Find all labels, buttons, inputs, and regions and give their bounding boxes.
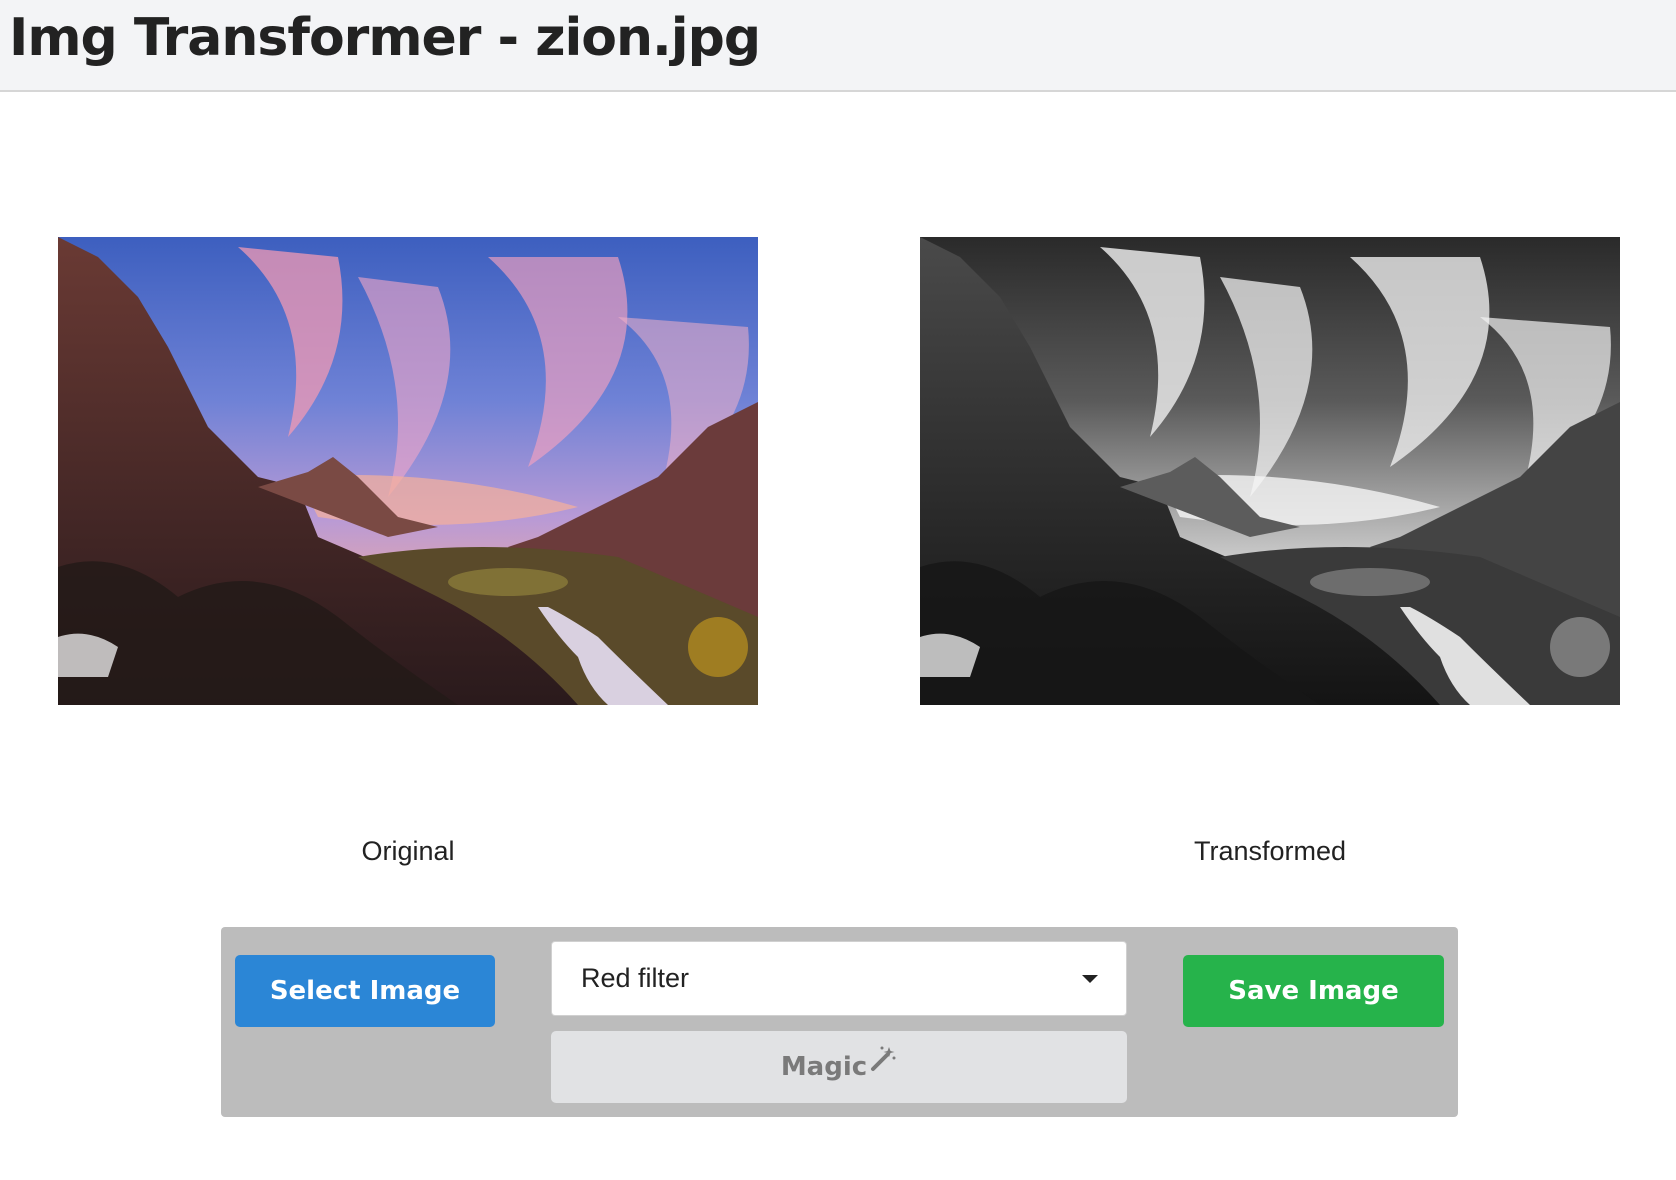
save-image-button[interactable]: Save Image [1183,955,1444,1027]
caret-down-icon [1082,975,1098,983]
magic-button-label: Magic [780,1052,868,1082]
magic-wand-icon [869,1029,897,1101]
transformed-photo [920,237,1620,705]
controls-toolbar: Select Image Red filter Magic Save Image [221,927,1458,1117]
select-image-button[interactable]: Select Image [235,955,495,1027]
filter-dropdown[interactable]: Red filter [551,941,1127,1016]
original-caption: Original [361,836,455,866]
original-image [58,237,758,705]
magic-button[interactable]: Magic [551,1031,1127,1103]
transformed-image [920,237,1620,705]
transformed-caption: Transformed [1193,836,1347,866]
original-photo [58,237,758,705]
app-header: Img Transformer - zion.jpg [0,0,1676,92]
page-title: Img Transformer - zion.jpg [9,8,761,68]
filter-selected-value: Red filter [581,963,690,993]
